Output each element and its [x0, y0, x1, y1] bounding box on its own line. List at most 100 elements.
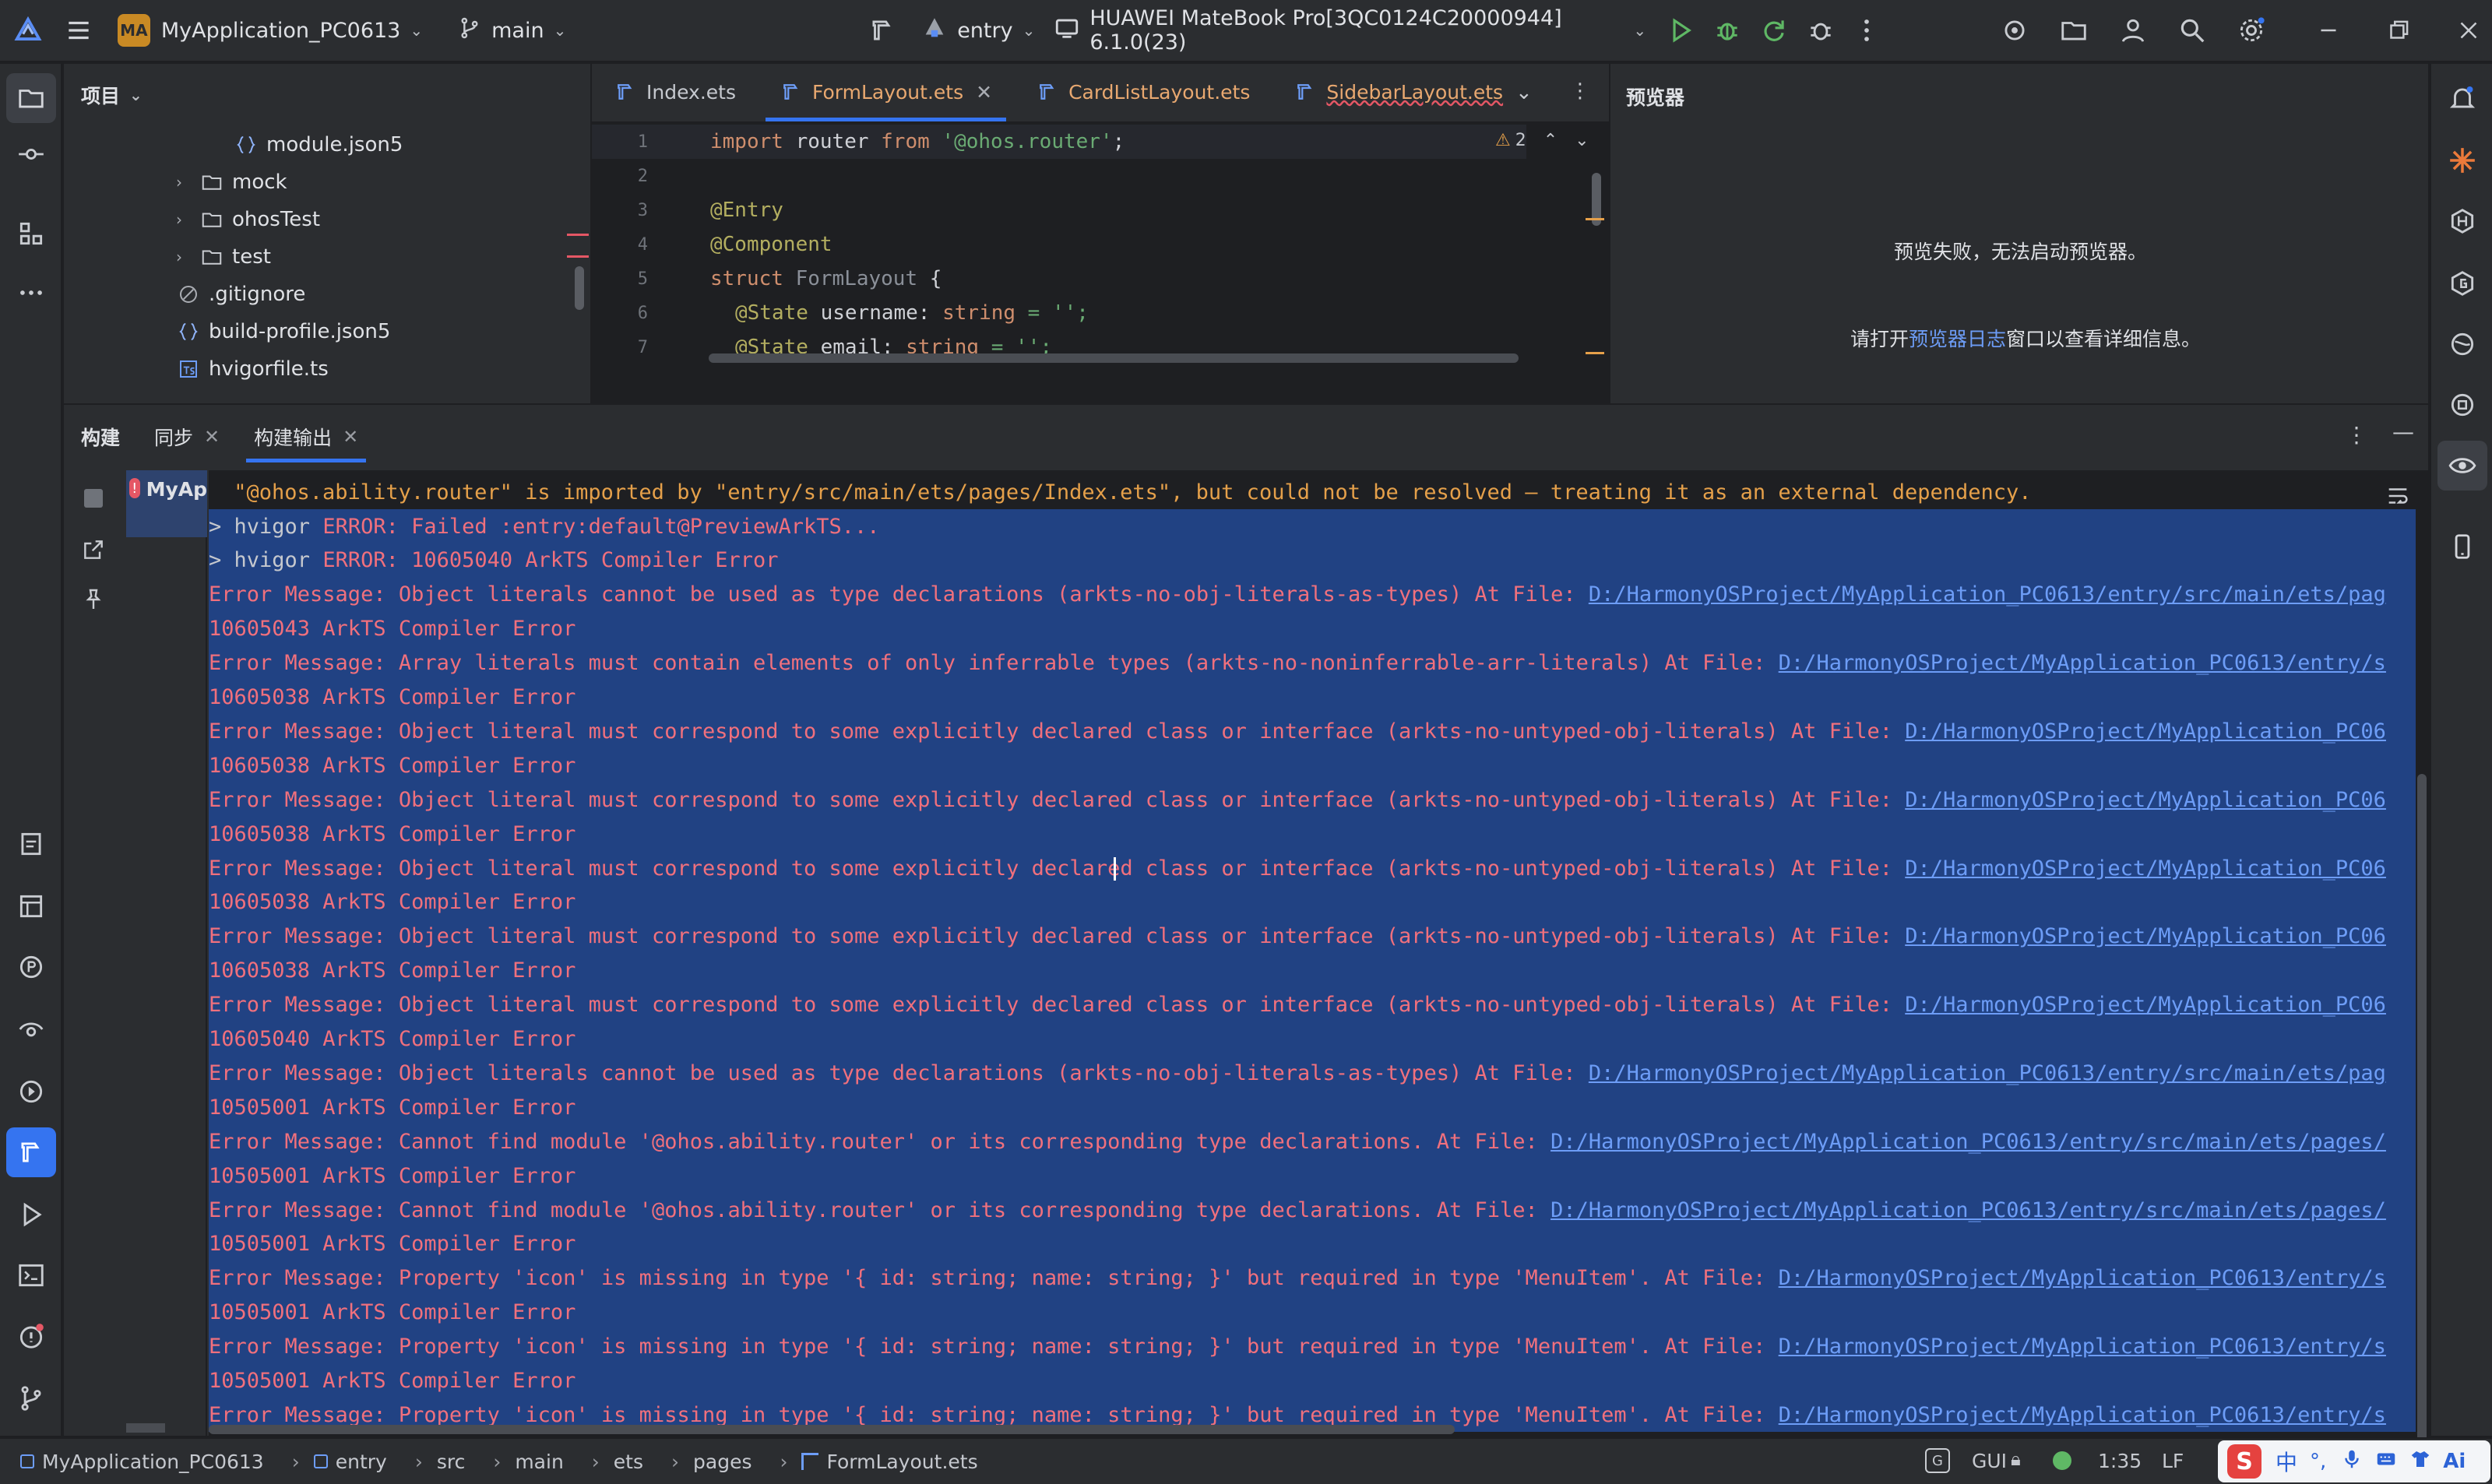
tree-scrollbar[interactable]: [126, 1423, 165, 1433]
build-tree-item[interactable]: ! MyAp: [126, 470, 207, 537]
target-icon[interactable]: [1991, 5, 2038, 55]
panel-scrollbar[interactable]: [575, 266, 584, 310]
ui-mode-label[interactable]: GUI: [1972, 1450, 2007, 1472]
microphone-icon[interactable]: [2340, 1447, 2364, 1475]
build-hammer-icon[interactable]: [859, 5, 906, 55]
file-path-link[interactable]: D:/HarmonyOSProject/MyApplication_PC06: [1905, 719, 2386, 744]
ime-toolbar[interactable]: S 中 °, Ai: [2218, 1440, 2490, 1482]
version-control-icon[interactable]: [6, 1373, 56, 1423]
punctuation-icon[interactable]: °,: [2310, 1450, 2326, 1473]
tab-cardlistlayout-ets[interactable]: CardListLayout.ets: [1014, 62, 1272, 121]
chevron-right-icon[interactable]: ›: [176, 173, 199, 192]
file-path-link[interactable]: D:/HarmonyOSProject/MyApplication_PC0613…: [1779, 1335, 2386, 1359]
file-path-link[interactable]: D:/HarmonyOSProject/MyApplication_PC06: [1905, 788, 2386, 812]
notifications-bell-icon[interactable]: [2437, 73, 2487, 123]
settings-gear-icon[interactable]: [2228, 5, 2275, 55]
tree-item-build-profile[interactable]: build-profile.json5: [176, 313, 390, 350]
chevron-right-icon[interactable]: ›: [176, 210, 199, 229]
profiler-p-icon[interactable]: [6, 942, 56, 992]
layout-icon[interactable]: [6, 881, 56, 931]
module-selector[interactable]: entry ⌄: [921, 0, 1035, 62]
device-selector[interactable]: HUAWEI MateBook Pro[3QC0124C20000944] 6.…: [1054, 0, 1646, 62]
structure-icon[interactable]: [6, 209, 56, 258]
device-manager-icon[interactable]: [2437, 380, 2487, 430]
keyboard-icon[interactable]: [2374, 1447, 2398, 1475]
file-path-link[interactable]: D:/HarmonyOSProject/MyApplication_PC06: [1905, 856, 2386, 881]
file-path-link[interactable]: D:/HarmonyOSProject/MyApplication_PC06: [1905, 924, 2386, 948]
debug-icon[interactable]: [1704, 5, 1751, 55]
project-selector[interactable]: MA MyApplication_PC0613 ⌄: [117, 0, 423, 62]
ai-icon[interactable]: Ai: [2443, 1450, 2466, 1473]
previewer-eye-icon[interactable]: [2437, 441, 2487, 491]
main-menu-icon[interactable]: [55, 5, 102, 55]
tab-build-output[interactable]: 构建输出 ✕: [237, 405, 375, 469]
file-path-link[interactable]: D:/HarmonyOSProject/MyApplication_PC0613…: [1779, 651, 2386, 675]
line-ending[interactable]: LF: [2162, 1450, 2184, 1472]
previewer-log-link[interactable]: 预览器日志: [1909, 328, 2006, 350]
build-tool-icon[interactable]: [6, 1127, 56, 1177]
tree-item-ohostest[interactable]: › ohosTest: [176, 201, 320, 238]
commit-icon[interactable]: [6, 129, 56, 179]
restore-icon[interactable]: [2375, 5, 2422, 55]
gui-mode-icon[interactable]: G: [1925, 1448, 1950, 1473]
run-tool-icon[interactable]: [6, 1190, 56, 1240]
console-scrollbar[interactable]: [2417, 774, 2427, 1444]
apply-changes-icon[interactable]: [1751, 5, 1797, 55]
console-h-scrollbar[interactable]: [209, 1425, 1455, 1434]
more-vertical-icon[interactable]: [1843, 5, 1890, 55]
minimize-panel-icon[interactable]: —: [2392, 419, 2414, 445]
file-path-link[interactable]: D:/HarmonyOSProject/MyApplication_PC0613…: [1589, 582, 2386, 607]
breadcrumb-item[interactable]: main: [515, 1451, 563, 1473]
build-output-console[interactable]: "@ohos.ability.router" is imported by "e…: [209, 470, 2428, 1444]
close-icon[interactable]: ✕: [343, 426, 358, 448]
tree-item-hvigorfile[interactable]: hvigorfile.ts: [176, 350, 329, 388]
file-path-link[interactable]: D:/HarmonyOSProject/MyApplication_PC0613…: [1589, 1061, 2386, 1085]
chevron-down-icon[interactable]: ⌄: [1575, 131, 1589, 150]
tree-item-mock[interactable]: › mock: [176, 164, 287, 201]
soft-wrap-icon[interactable]: [2385, 483, 2411, 512]
file-path-link[interactable]: D:/HarmonyOSProject/MyApplication_PC0613…: [1779, 1403, 2386, 1427]
services-icon[interactable]: [6, 1067, 56, 1117]
code-line[interactable]: 4 @Component: [592, 227, 832, 262]
breadcrumb-item[interactable]: ets: [614, 1451, 643, 1473]
tree-item-test[interactable]: › test: [176, 238, 271, 276]
code-line[interactable]: 6 @State username: string = '';: [592, 296, 1089, 330]
project-folder-icon[interactable]: [6, 73, 56, 123]
phone-device-icon[interactable]: [2437, 522, 2487, 571]
chevron-up-icon[interactable]: ⌃: [1543, 131, 1558, 150]
skin-shirt-icon[interactable]: [2409, 1447, 2432, 1475]
open-external-icon[interactable]: [81, 537, 106, 565]
tree-item-gitignore[interactable]: .gitignore: [176, 276, 305, 313]
tab-build[interactable]: 构建: [64, 405, 137, 469]
terminal-icon[interactable]: [6, 1250, 56, 1300]
file-path-link[interactable]: D:/HarmonyOSProject/MyApplication_PC0613…: [1779, 1266, 2386, 1290]
tab-formlayout-ets[interactable]: FormLayout.ets ✕: [758, 62, 1014, 121]
close-icon[interactable]: ✕: [204, 426, 220, 448]
close-window-icon[interactable]: [2445, 5, 2492, 55]
breadcrumb-item[interactable]: src: [437, 1451, 466, 1473]
tab-index-ets[interactable]: Index.ets: [592, 62, 758, 121]
more-vertical-icon[interactable]: ⋮: [2346, 422, 2367, 448]
code-line[interactable]: 1 import router from '@ohos.router' ;: [592, 125, 1125, 159]
breadcrumb-item[interactable]: FormLayout.ets: [801, 1451, 978, 1473]
tab-sidebarlayout-ets[interactable]: SidebarLayout.ets: [1272, 62, 1525, 121]
more-horizontal-icon[interactable]: [6, 268, 56, 318]
breadcrumb-item[interactable]: entry: [313, 1451, 387, 1473]
tabs-dropdown-icon[interactable]: ⌄: [1515, 81, 1533, 104]
chevron-right-icon[interactable]: ›: [176, 248, 199, 266]
tree-item-module-json5[interactable]: module.json5: [234, 126, 403, 164]
hilog-icon[interactable]: [6, 1004, 56, 1054]
gradle-g-icon[interactable]: [2437, 258, 2487, 308]
breadcrumb-item[interactable]: MyApplication_PC0613: [20, 1451, 264, 1473]
pin-icon[interactable]: [81, 587, 106, 615]
harmony-h-icon[interactable]: [2437, 196, 2487, 246]
account-icon[interactable]: [2110, 5, 2156, 55]
folder-device-icon[interactable]: [2050, 5, 2097, 55]
search-icon[interactable]: [2169, 5, 2216, 55]
tab-sync[interactable]: 同步 ✕: [137, 405, 237, 469]
file-path-link[interactable]: D:/HarmonyOSProject/MyApplication_PC0613…: [1550, 1130, 2386, 1154]
problems-icon[interactable]: [6, 1311, 56, 1361]
close-icon[interactable]: ✕: [976, 81, 992, 104]
code-line[interactable]: 5 struct FormLayout {: [592, 262, 942, 296]
cursor-position[interactable]: 1:35: [2098, 1450, 2142, 1472]
